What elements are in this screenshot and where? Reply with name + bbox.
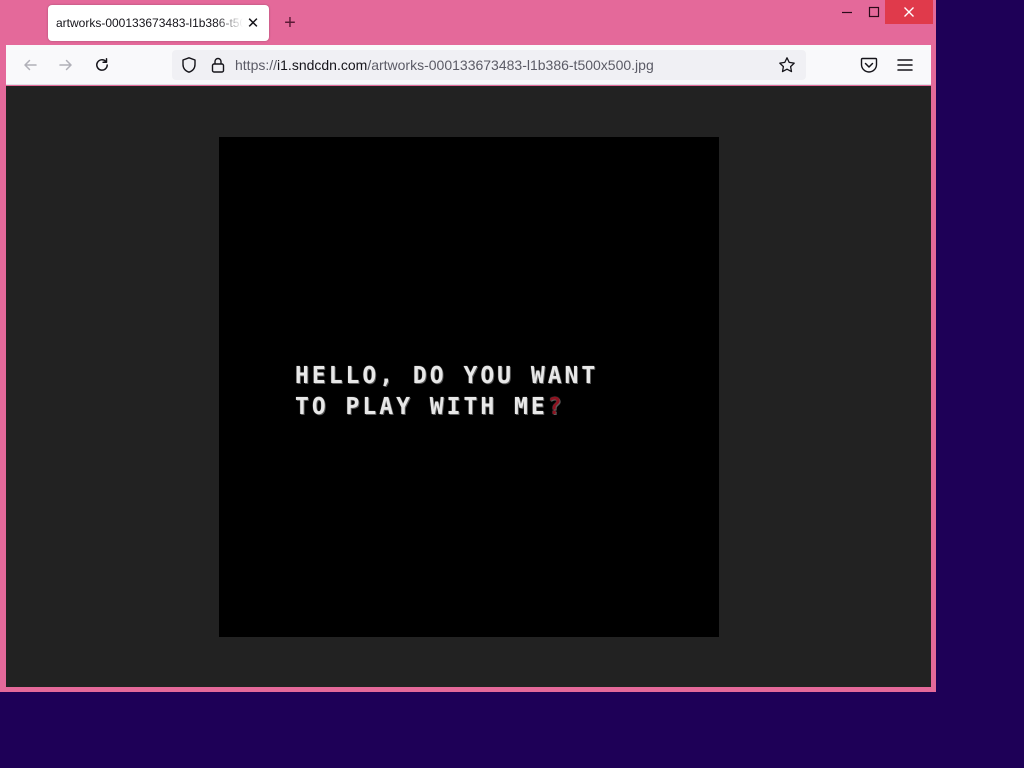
- arrow-left-icon: [24, 59, 37, 71]
- close-icon: [904, 7, 914, 17]
- image-viewer: HELLO, DO YOU WANT TO PLAY WITH ME?: [6, 86, 931, 687]
- navigation-toolbar: https://i1.sndcdn.com/artworks-000133673…: [6, 45, 931, 85]
- arrow-right-icon: [59, 59, 72, 71]
- lock-icon[interactable]: [209, 56, 227, 74]
- hamburger-menu-icon[interactable]: [895, 55, 915, 75]
- reload-button[interactable]: [86, 49, 118, 81]
- tab-title: artworks-000133673483-l1b386-t500x500.jp…: [56, 16, 243, 30]
- url-scheme: https://: [235, 57, 278, 73]
- browser-window: artworks-000133673483-l1b386-t500x500.jp…: [0, 0, 936, 692]
- window-border: [0, 687, 936, 692]
- url-path: /artworks-000133673483-l1b386-t500x500.j…: [367, 57, 654, 73]
- forward-button[interactable]: [50, 49, 82, 81]
- close-tab-icon[interactable]: ✕: [243, 13, 263, 33]
- tab-strip: artworks-000133673483-l1b386-t500x500.jp…: [0, 0, 936, 44]
- artwork-line-2-text: TO PLAY WITH ME: [295, 394, 548, 420]
- artwork-line-2: TO PLAY WITH ME?: [295, 392, 655, 423]
- star-icon[interactable]: [778, 56, 796, 74]
- url-text[interactable]: https://i1.sndcdn.com/artworks-000133673…: [235, 57, 654, 73]
- new-tab-button[interactable]: +: [278, 11, 302, 35]
- pocket-icon[interactable]: [859, 55, 879, 75]
- url-host: i1.sndcdn.com: [277, 57, 368, 73]
- address-bar[interactable]: https://i1.sndcdn.com/artworks-000133673…: [172, 50, 806, 80]
- maximize-icon: [868, 6, 880, 18]
- artwork-question-mark: ?: [547, 394, 565, 420]
- back-button[interactable]: [14, 49, 46, 81]
- close-window-button[interactable]: [885, 0, 933, 24]
- tab-active-image[interactable]: artworks-000133673483-l1b386-t500x500.jp…: [48, 5, 269, 41]
- shield-icon[interactable]: [180, 56, 198, 74]
- artwork-caption: HELLO, DO YOU WANT TO PLAY WITH ME?: [295, 361, 655, 423]
- minimize-icon: [842, 11, 852, 14]
- artwork-image[interactable]: HELLO, DO YOU WANT TO PLAY WITH ME?: [219, 137, 719, 637]
- reload-icon: [96, 58, 108, 71]
- artwork-line-1: HELLO, DO YOU WANT: [295, 363, 599, 389]
